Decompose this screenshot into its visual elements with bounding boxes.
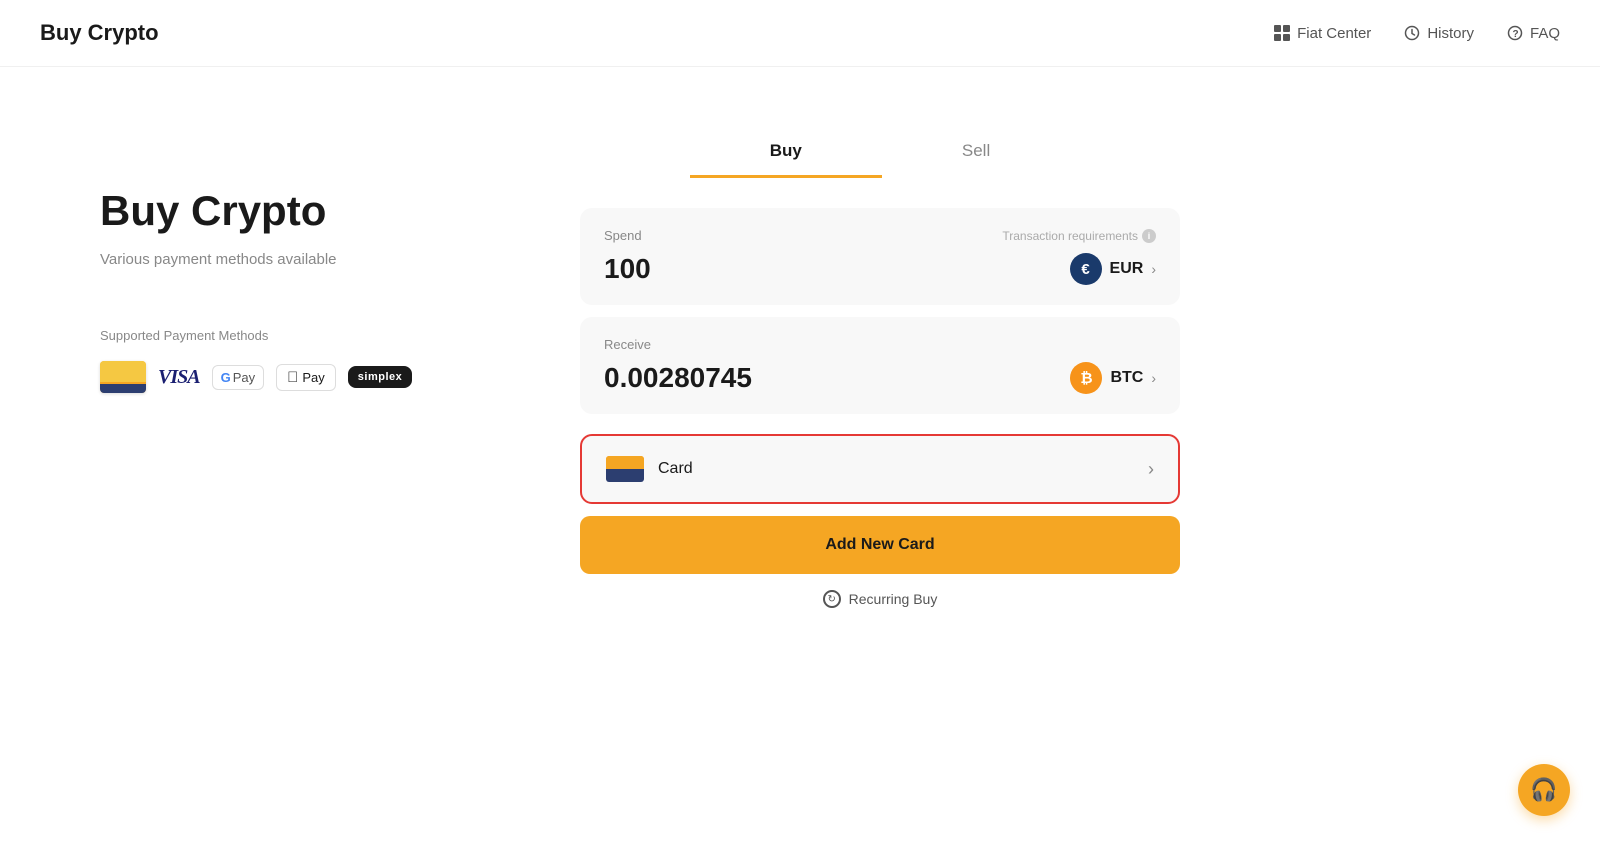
card-option-icon: [606, 456, 644, 482]
info-icon[interactable]: i: [1142, 229, 1156, 243]
visa-payment-icon: VISA: [158, 359, 200, 395]
card-option-label: Card: [658, 460, 693, 478]
card-option-left: Card: [606, 456, 693, 482]
receive-row: 0.00280745 ₿ BTC ›: [604, 362, 1156, 394]
page-title: Buy Crypto: [40, 20, 159, 46]
fiat-currency-label: EUR: [1110, 260, 1144, 278]
faq-nav[interactable]: ? FAQ: [1506, 24, 1560, 42]
history-label: History: [1427, 25, 1474, 42]
fiat-chevron-icon: ›: [1151, 261, 1156, 277]
btc-icon: ₿: [1070, 362, 1102, 394]
add-new-card-button[interactable]: Add New Card: [580, 516, 1180, 574]
tab-sell[interactable]: Sell: [882, 127, 1070, 178]
recurring-icon: ↻: [823, 590, 841, 608]
card-payment-icon: [100, 361, 146, 393]
payment-methods-label: Supported Payment Methods: [100, 328, 500, 343]
crypto-chevron-icon: ›: [1151, 370, 1156, 386]
fiat-currency-selector[interactable]: € EUR ›: [1070, 253, 1156, 285]
fiat-center-label: Fiat Center: [1297, 25, 1371, 42]
tab-buy[interactable]: Buy: [690, 127, 882, 178]
eur-icon: €: [1070, 253, 1102, 285]
fiat-center-nav[interactable]: Fiat Center: [1273, 24, 1371, 42]
recurring-buy-label: Recurring Buy: [849, 591, 938, 607]
hero-subtitle: Various payment methods available: [100, 251, 500, 268]
transaction-requirements: Transaction requirements i: [1002, 229, 1156, 243]
recurring-buy-link[interactable]: ↻ Recurring Buy: [580, 590, 1180, 608]
spend-row: 100 € EUR ›: [604, 253, 1156, 285]
simplex-payment-icon: simplex: [348, 366, 412, 388]
spend-label: Spend: [604, 228, 642, 243]
hero-title: Buy Crypto: [100, 187, 500, 235]
header-nav: Fiat Center History ? FAQ: [1273, 24, 1560, 42]
receive-box: Receive 0.00280745 ₿ BTC ›: [580, 317, 1180, 414]
history-icon: [1403, 24, 1421, 42]
applepay-payment-icon: Pay: [276, 364, 336, 391]
crypto-currency-label: BTC: [1110, 369, 1143, 387]
payment-icons-row: VISA GPay Pay simplex: [100, 359, 500, 395]
crypto-currency-selector[interactable]: ₿ BTC ›: [1070, 362, 1156, 394]
left-panel: Buy Crypto Various payment methods avail…: [100, 127, 500, 608]
card-option-chevron-icon: ›: [1148, 459, 1154, 480]
history-nav[interactable]: History: [1403, 24, 1474, 42]
spend-label-row: Spend Transaction requirements i: [604, 228, 1156, 243]
receive-label-row: Receive: [604, 337, 1156, 352]
main-content: Buy Crypto Various payment methods avail…: [0, 67, 1600, 648]
transaction-req-label: Transaction requirements: [1002, 229, 1138, 243]
fiat-center-icon: [1273, 24, 1291, 42]
buy-sell-tabs: Buy Sell: [580, 127, 1180, 178]
svg-text:?: ?: [1512, 29, 1518, 40]
receive-label: Receive: [604, 337, 651, 352]
faq-label: FAQ: [1530, 25, 1560, 42]
card-payment-option[interactable]: Card ›: [580, 434, 1180, 504]
header: Buy Crypto Fiat Center History: [0, 0, 1600, 67]
gpay-payment-icon: GPay: [212, 365, 265, 390]
right-panel: Buy Sell Spend Transaction requirements …: [580, 127, 1180, 608]
support-fab-button[interactable]: 🎧: [1518, 764, 1570, 816]
spend-box: Spend Transaction requirements i 100 € E…: [580, 208, 1180, 305]
headphones-icon: 🎧: [1530, 777, 1557, 803]
question-icon: ?: [1506, 24, 1524, 42]
receive-amount: 0.00280745: [604, 362, 752, 394]
spend-amount[interactable]: 100: [604, 253, 651, 285]
